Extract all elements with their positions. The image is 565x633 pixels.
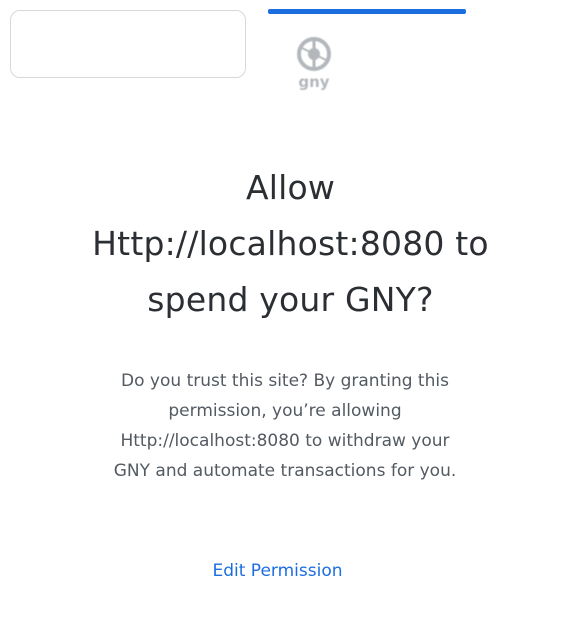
token-logo-text: gny <box>298 73 330 91</box>
active-step-indicator <box>268 9 466 14</box>
page-title-line-2: Http://localhost:8080 to <box>92 224 489 263</box>
page-title-line-1: Allow <box>245 168 336 207</box>
permission-description: Do you trust this site? By granting this… <box>60 366 510 486</box>
description-line-1: Do you trust this site? By granting this <box>121 371 449 391</box>
page-title: Allow Http://localhost:8080 to spend you… <box>0 160 565 328</box>
description-line-4: GNY and automate transactions for you. <box>113 461 457 481</box>
description-line-3: Http://localhost:8080 to withdraw your <box>120 431 450 451</box>
edit-permission-link[interactable]: Edit Permission <box>0 556 565 586</box>
token-logo: gny <box>286 36 342 106</box>
gny-token-logo-icon <box>297 37 331 71</box>
description-line-2: permission, you’re allowing <box>168 401 402 421</box>
previous-step-box <box>10 10 246 78</box>
page-title-line-3: spend your GNY? <box>147 280 434 319</box>
